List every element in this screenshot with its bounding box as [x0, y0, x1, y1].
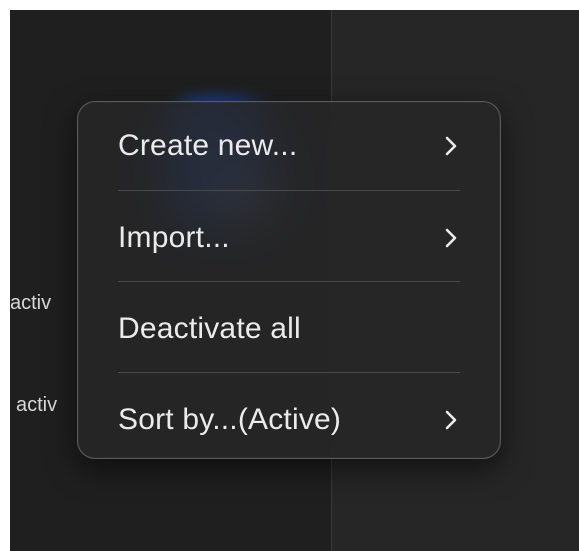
menu-item-deactivate-all[interactable]: Deactivate all: [118, 299, 460, 359]
menu-item-create-new[interactable]: Create new...: [118, 116, 460, 176]
chevron-right-icon: [442, 224, 460, 252]
row-status-label: activ: [10, 292, 52, 314]
menu-item-label: Sort by...(Active): [118, 403, 342, 436]
menu-item-import[interactable]: Import...: [118, 208, 460, 268]
context-menu: Create new... Import... Deactivate all S…: [77, 101, 501, 459]
chevron-right-icon: [442, 132, 460, 160]
menu-item-sort-by[interactable]: Sort by...(Active): [118, 390, 460, 450]
chevron-right-icon: [442, 406, 460, 434]
menu-item-label: Create new...: [118, 129, 298, 162]
row-status-label: activ: [16, 394, 58, 416]
menu-item-label: Deactivate all: [118, 312, 301, 345]
menu-item-label: Import...: [118, 221, 230, 254]
menu-separator: [118, 190, 460, 191]
menu-separator: [118, 372, 460, 373]
menu-separator: [118, 281, 460, 282]
